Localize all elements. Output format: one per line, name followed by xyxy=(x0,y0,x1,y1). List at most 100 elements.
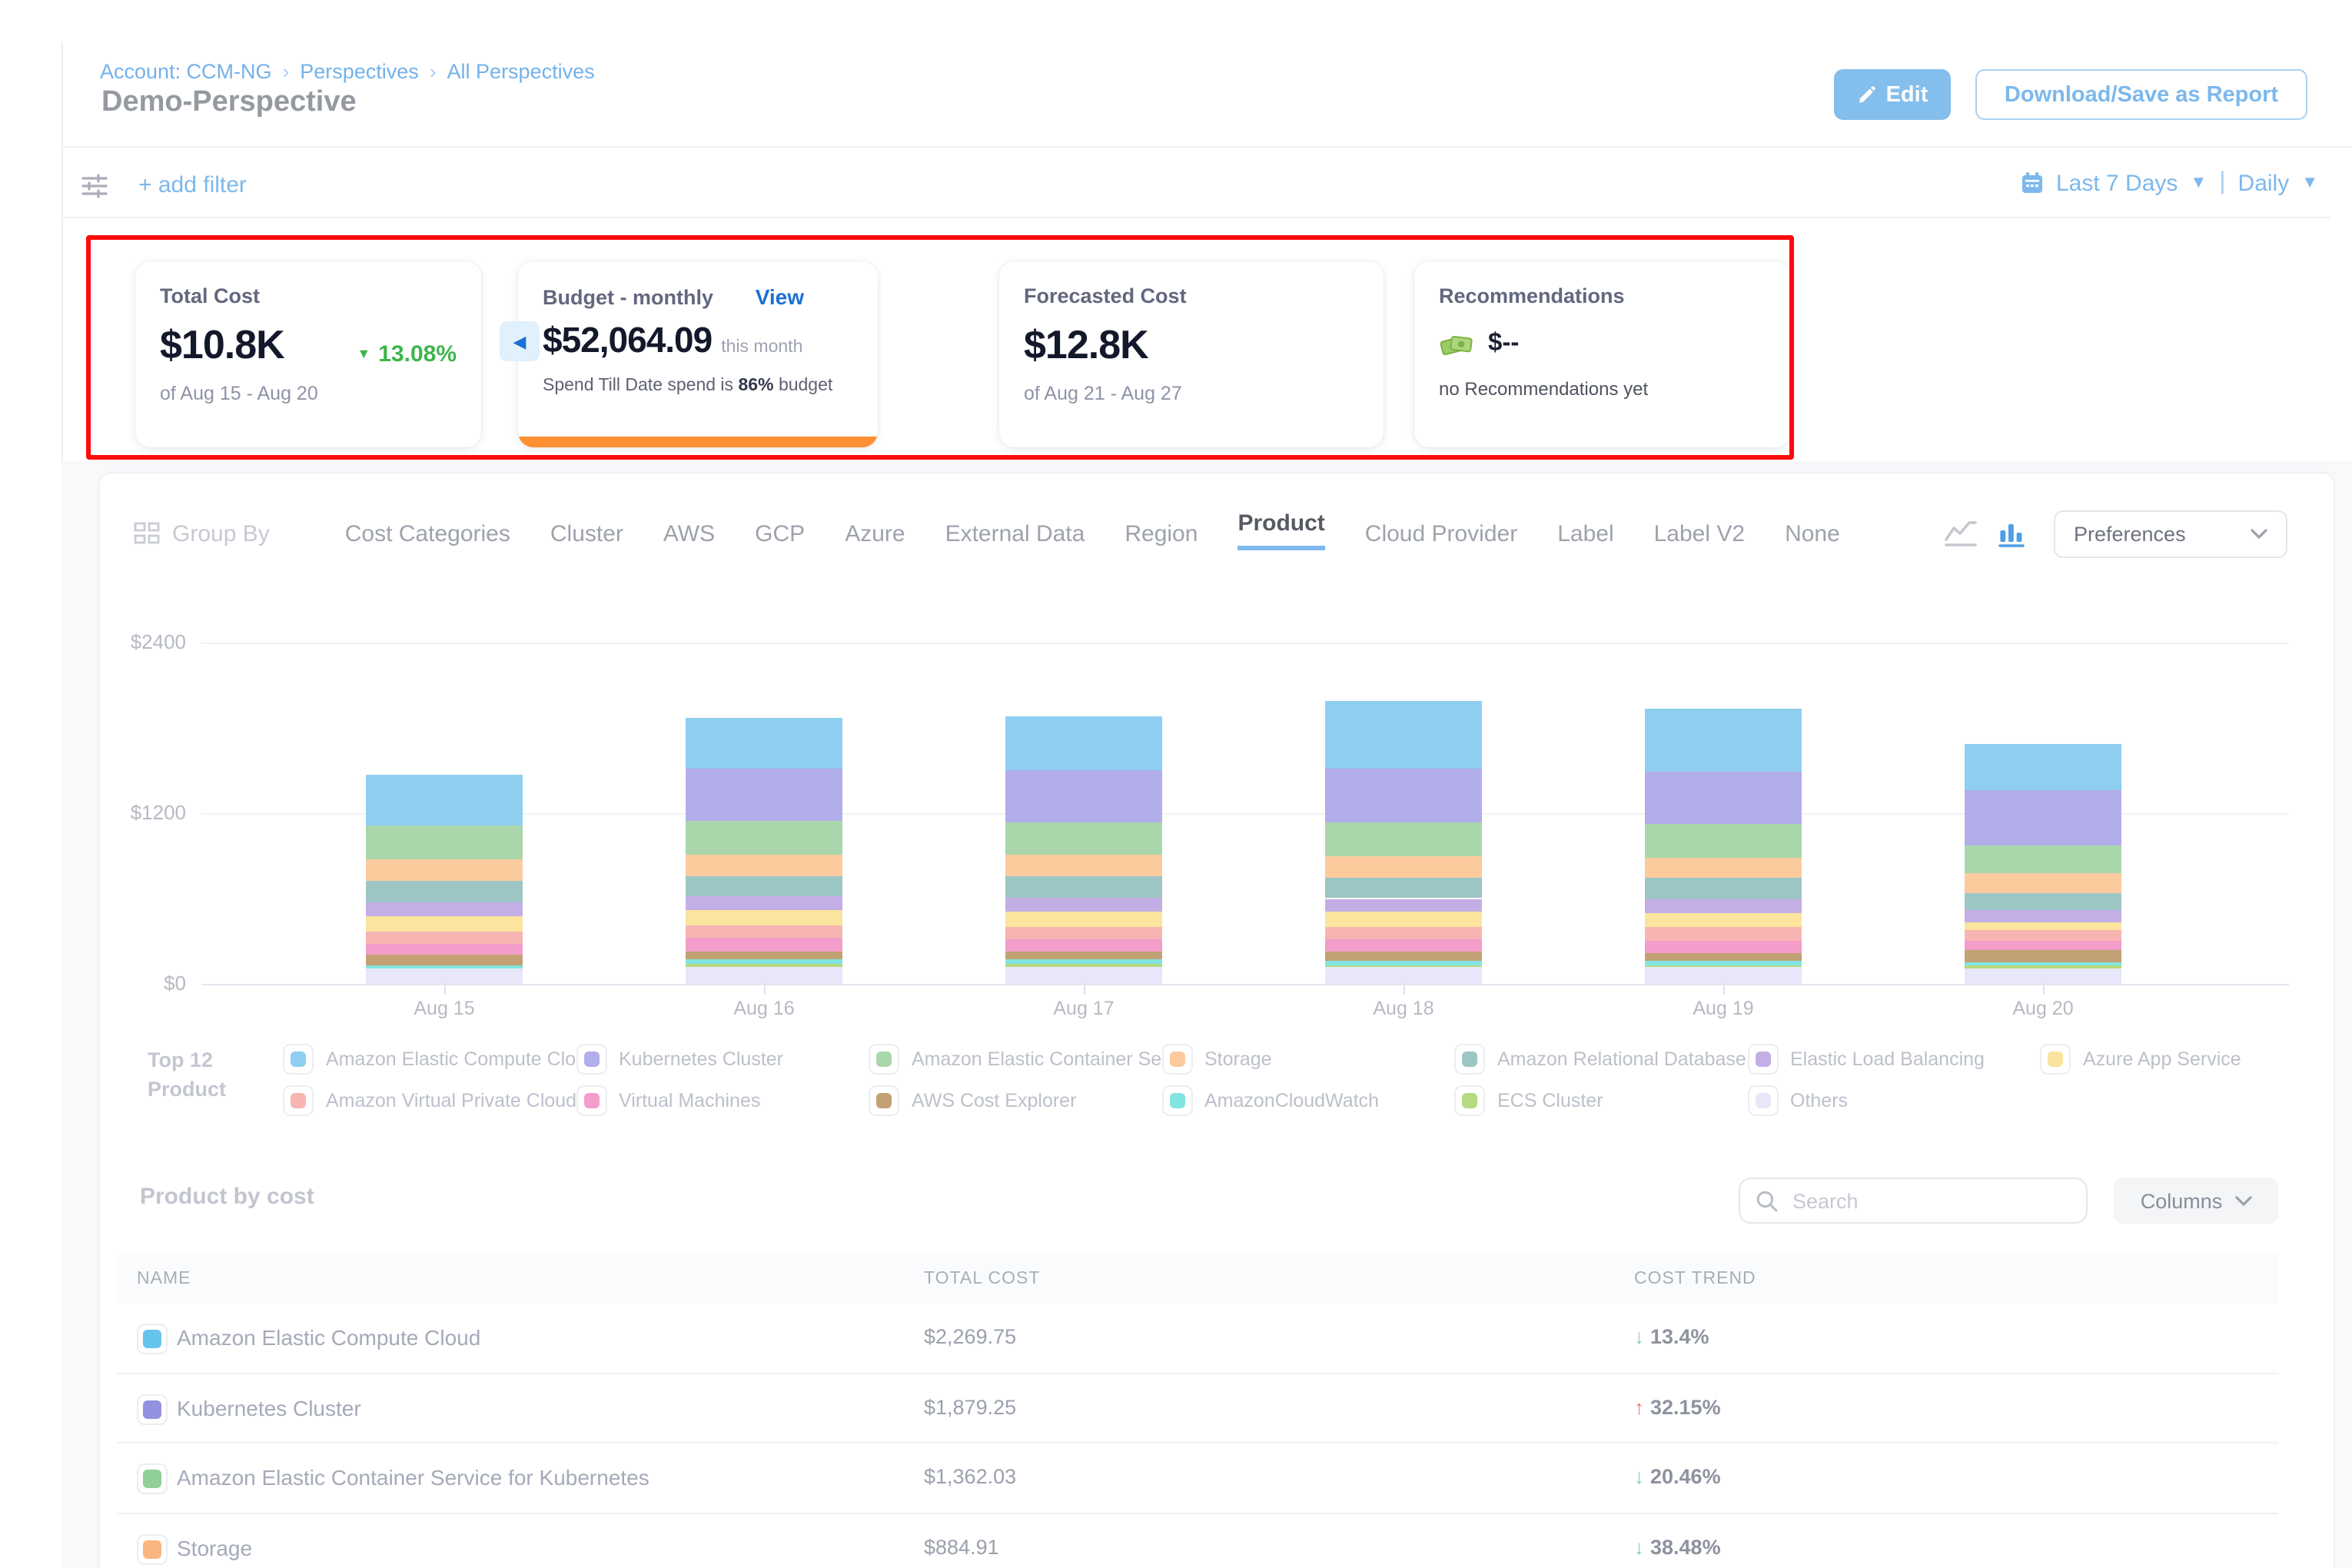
bar-segment-amazon-elastic-compute-cloud[interactable] xyxy=(1965,743,2121,790)
legend-item-amazon-elastic-container-se: Amazon Elastic Container Se... xyxy=(869,1042,1161,1076)
bar-segment-amazon-elastic-container-service-for-kubernetes[interactable] xyxy=(1645,825,1802,858)
bar-segment-amazon-elastic-compute-cloud[interactable] xyxy=(686,717,842,769)
table-row-amazon-elastic-container-service-for-kubernetes[interactable]: Amazon Elastic Container Service for Kub… xyxy=(117,1443,2278,1513)
bar-segment-virtual-machines[interactable] xyxy=(1965,942,2121,949)
bar-segment-aws-cost-explorer[interactable] xyxy=(1325,952,1482,961)
bar-segment-ecs-cluster[interactable] xyxy=(1965,965,2121,968)
columns-dropdown[interactable]: Columns xyxy=(2114,1178,2278,1224)
bar-segment-azure-app-service[interactable] xyxy=(1965,922,2121,931)
table-row-amazon-elastic-compute-cloud[interactable]: Amazon Elastic Compute Cloud$2,269.75↓13… xyxy=(117,1304,2278,1374)
bar-segment-storage[interactable] xyxy=(686,854,842,875)
bar-segment-amazon-elastic-compute-cloud[interactable] xyxy=(1005,716,1162,769)
bar-segment-storage[interactable] xyxy=(1325,856,1482,877)
bar-segment-amazoncloudwatch[interactable] xyxy=(686,959,842,965)
total-cost-trend: ▼13.08% xyxy=(357,341,457,367)
bar-segment-azure-app-service[interactable] xyxy=(1005,912,1162,926)
table-row-kubernetes-cluster[interactable]: Kubernetes Cluster$1,879.25↑32.15% xyxy=(117,1374,2278,1443)
bar-segment-amazon-relational-database-service[interactable] xyxy=(1325,878,1482,899)
bar-segment-virtual-machines[interactable] xyxy=(1325,939,1482,952)
budget-view-link[interactable]: View xyxy=(756,284,804,309)
bar-segment-amazon-virtual-private-cloud[interactable] xyxy=(1965,931,2121,942)
column-header-total-cost[interactable]: TOTAL COST xyxy=(924,1254,1040,1304)
bar-segment-amazon-elastic-container-service-for-kubernetes[interactable] xyxy=(686,820,842,854)
bar-segment-elastic-load-balancing[interactable] xyxy=(366,902,523,916)
breadcrumb-account[interactable]: Account: CCM-NG xyxy=(100,60,272,83)
bar-segment-others[interactable] xyxy=(1965,968,2121,984)
bar-segment-kubernetes-cluster[interactable] xyxy=(686,769,842,820)
bar-segment-storage[interactable] xyxy=(1005,855,1162,876)
bar-segment-amazon-virtual-private-cloud[interactable] xyxy=(686,926,842,938)
bar-segment-amazon-elastic-container-service-for-kubernetes[interactable] xyxy=(366,826,523,860)
bar-segment-ecs-cluster[interactable] xyxy=(686,965,842,967)
bar-segment-elastic-load-balancing[interactable] xyxy=(686,897,842,910)
carousel-left-button[interactable]: ◀ xyxy=(500,321,540,361)
table-row-storage[interactable]: Storage$884.91↓38.48% xyxy=(117,1513,2278,1568)
bar-segment-azure-app-service[interactable] xyxy=(366,916,523,932)
bar-segment-ecs-cluster[interactable] xyxy=(1645,965,1802,967)
bar-segment-amazon-relational-database-service[interactable] xyxy=(366,881,523,902)
bar-segment-amazon-elastic-container-service-for-kubernetes[interactable] xyxy=(1965,846,2121,873)
bar-segment-amazon-relational-database-service[interactable] xyxy=(1645,879,1802,899)
bar-segment-amazon-virtual-private-cloud[interactable] xyxy=(366,932,523,944)
bar-segment-others[interactable] xyxy=(1645,967,1802,984)
bar-segment-kubernetes-cluster[interactable] xyxy=(1645,771,1802,824)
bar-segment-amazoncloudwatch[interactable] xyxy=(366,965,523,968)
bar-segment-aws-cost-explorer[interactable] xyxy=(1965,949,2121,962)
bar-segment-ecs-cluster[interactable] xyxy=(1005,964,1162,966)
bar-segment-elastic-load-balancing[interactable] xyxy=(1325,899,1482,912)
bar-segment-aws-cost-explorer[interactable] xyxy=(366,955,523,965)
bar-segment-elastic-load-balancing[interactable] xyxy=(1645,899,1802,913)
bar-segment-kubernetes-cluster[interactable] xyxy=(1005,769,1162,822)
table-header: NAME TOTAL COST COST TREND xyxy=(117,1254,2278,1304)
bar-segment-amazon-relational-database-service[interactable] xyxy=(1005,876,1162,898)
bar-segment-amazon-relational-database-service[interactable] xyxy=(686,875,842,897)
column-header-cost-trend[interactable]: COST TREND xyxy=(1634,1254,1756,1304)
bar-segment-amazon-relational-database-service[interactable] xyxy=(1965,892,2121,909)
filter-sliders-icon[interactable] xyxy=(80,171,109,208)
bar-segment-others[interactable] xyxy=(1005,967,1162,984)
bar-segment-amazon-virtual-private-cloud[interactable] xyxy=(1325,926,1482,939)
bar-segment-amazoncloudwatch[interactable] xyxy=(1645,961,1802,965)
bar-segment-virtual-machines[interactable] xyxy=(1645,940,1802,952)
bar-segment-aws-cost-explorer[interactable] xyxy=(1005,952,1162,960)
bar-segment-virtual-machines[interactable] xyxy=(366,944,523,955)
bar-segment-amazon-virtual-private-cloud[interactable] xyxy=(1005,926,1162,939)
column-header-name[interactable]: NAME xyxy=(137,1254,191,1304)
bar-segment-amazoncloudwatch[interactable] xyxy=(1965,962,2121,965)
download-save-report-button[interactable]: Download/Save as Report xyxy=(1975,69,2307,120)
breadcrumb-separator: › xyxy=(430,60,437,83)
bar-segment-amazoncloudwatch[interactable] xyxy=(1005,960,1162,965)
granularity-dropdown[interactable]: Daily xyxy=(2238,170,2290,196)
bar-segment-ecs-cluster[interactable] xyxy=(1325,965,1482,967)
bar-segment-amazon-virtual-private-cloud[interactable] xyxy=(1645,928,1802,941)
bar-segment-aws-cost-explorer[interactable] xyxy=(1645,952,1802,961)
bar-segment-elastic-load-balancing[interactable] xyxy=(1965,909,2121,922)
bar-segment-kubernetes-cluster[interactable] xyxy=(1325,769,1482,822)
bar-segment-amazon-elastic-compute-cloud[interactable] xyxy=(366,774,523,826)
bar-segment-azure-app-service[interactable] xyxy=(1325,912,1482,927)
bar-segment-virtual-machines[interactable] xyxy=(1005,939,1162,952)
bar-segment-kubernetes-cluster[interactable] xyxy=(1965,790,2121,845)
bar-segment-elastic-load-balancing[interactable] xyxy=(1005,898,1162,912)
bar-segment-storage[interactable] xyxy=(366,860,523,881)
bar-segment-others[interactable] xyxy=(1325,967,1482,984)
add-filter-button[interactable]: + add filter xyxy=(138,172,247,198)
bar-segment-amazon-elastic-container-service-for-kubernetes[interactable] xyxy=(1325,823,1482,856)
bar-segment-others[interactable] xyxy=(686,967,842,984)
bar-segment-amazon-elastic-container-service-for-kubernetes[interactable] xyxy=(1005,822,1162,855)
bar-segment-azure-app-service[interactable] xyxy=(1645,913,1802,928)
bar-segment-amazon-elastic-compute-cloud[interactable] xyxy=(1325,701,1482,769)
bar-segment-storage[interactable] xyxy=(1645,858,1802,879)
date-range-dropdown[interactable]: Last 7 Days xyxy=(2056,170,2178,196)
bar-segment-others[interactable] xyxy=(366,968,523,984)
breadcrumb-all-perspectives[interactable]: All Perspectives xyxy=(447,60,595,83)
bar-segment-virtual-machines[interactable] xyxy=(686,938,842,952)
bar-segment-storage[interactable] xyxy=(1965,872,2121,892)
bar-segment-amazon-elastic-compute-cloud[interactable] xyxy=(1645,709,1802,771)
bar-segment-azure-app-service[interactable] xyxy=(686,910,842,925)
search-input[interactable] xyxy=(1789,1188,2071,1214)
breadcrumb-perspectives[interactable]: Perspectives xyxy=(300,60,419,83)
bar-segment-aws-cost-explorer[interactable] xyxy=(686,952,842,959)
bar-segment-amazoncloudwatch[interactable] xyxy=(1325,961,1482,965)
edit-button[interactable]: Edit xyxy=(1834,69,1951,120)
